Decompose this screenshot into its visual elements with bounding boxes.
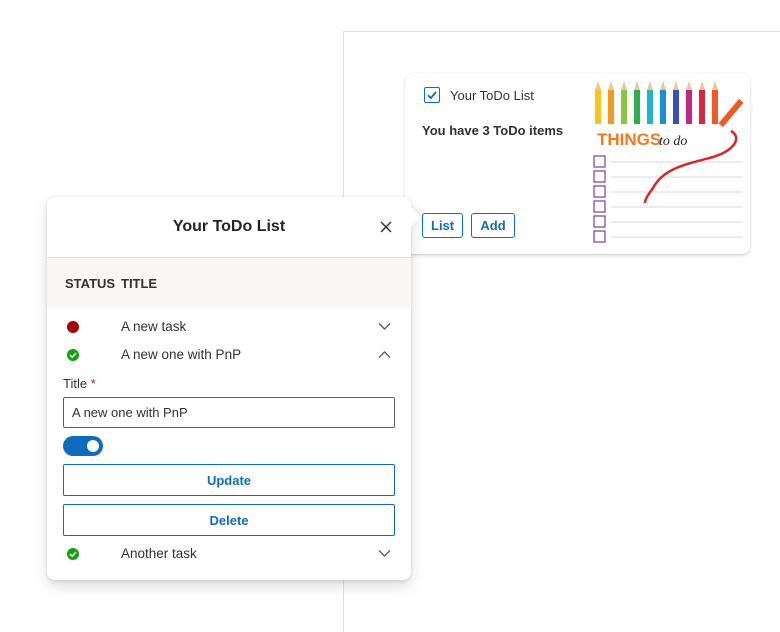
column-header: STATUS TITLE: [47, 258, 411, 308]
checkbox-icon: [424, 87, 440, 103]
status-toggle[interactable]: [63, 436, 103, 456]
status-column-header: STATUS: [65, 276, 116, 291]
todo-row-expanded[interactable]: A new one with PnP: [47, 345, 411, 367]
card-header: Your ToDo List: [424, 87, 534, 103]
todo-row[interactable]: Another task: [47, 544, 411, 566]
required-marker: *: [90, 376, 96, 391]
delete-button[interactable]: Delete: [63, 504, 395, 536]
status-complete-icon: [67, 548, 79, 560]
toggle-knob: [87, 440, 99, 452]
status-incomplete-icon: [67, 321, 79, 333]
update-button[interactable]: Update: [63, 464, 395, 496]
todo-row[interactable]: A new task: [47, 317, 411, 339]
panel-title: Your ToDo List: [172, 218, 286, 235]
add-button[interactable]: Add: [471, 213, 515, 238]
todo-title: Another task: [121, 546, 197, 561]
chevron-up-icon[interactable]: [378, 350, 391, 359]
todo-card: Your ToDo List You have 3 ToDo items Lis…: [405, 73, 750, 254]
things-to-do-image: THINGS to do: [583, 73, 750, 254]
chevron-down-icon[interactable]: [378, 322, 391, 331]
todo-title: A new one with PnP: [121, 347, 242, 362]
status-complete-icon: [67, 349, 79, 361]
title-label-text: Title: [63, 376, 88, 391]
todo-title: A new task: [121, 319, 187, 334]
todo-count-text: You have 3 ToDo items: [422, 123, 564, 138]
title-column-header: TITLE: [121, 276, 158, 291]
list-button[interactable]: List: [422, 213, 463, 238]
close-icon[interactable]: [378, 219, 394, 235]
image-text-things: THINGS: [597, 130, 661, 149]
image-text-todo: to do: [659, 134, 687, 149]
card-title: Your ToDo List: [450, 87, 534, 103]
chevron-down-icon[interactable]: [378, 549, 391, 558]
panel-header: Your ToDo List: [47, 197, 411, 258]
title-input[interactable]: [63, 397, 395, 428]
title-field-label: Title *: [63, 376, 96, 391]
todo-panel: Your ToDo List STATUS TITLE A new task A…: [47, 197, 422, 580]
